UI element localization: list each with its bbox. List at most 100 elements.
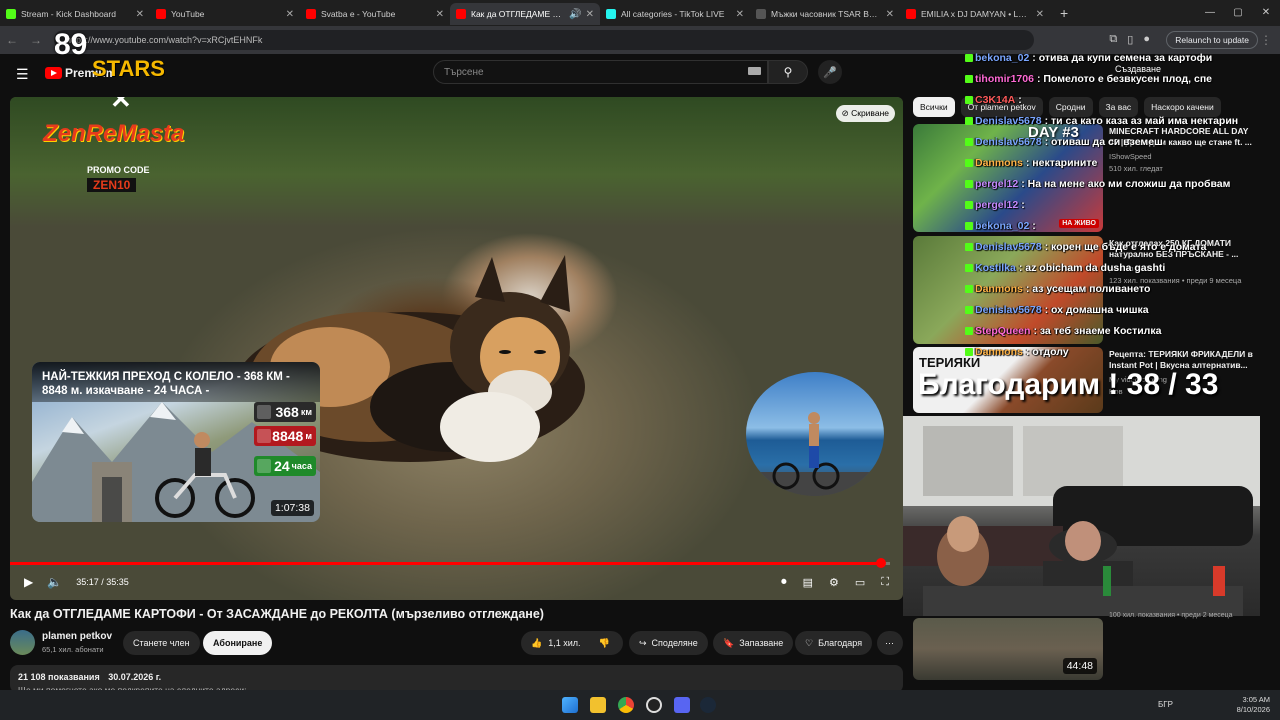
chat-text: : корен ще бъде е ято е домата bbox=[1044, 240, 1207, 253]
chat-text: : bbox=[1032, 219, 1036, 232]
progress-bar[interactable] bbox=[10, 558, 890, 568]
new-tab-icon[interactable]: + bbox=[1050, 5, 1078, 21]
chip-all[interactable]: Всички bbox=[913, 97, 955, 117]
browser-tab[interactable]: YouTube ✕ bbox=[150, 3, 300, 25]
window-close-icon[interactable]: ✕ bbox=[1252, 0, 1280, 24]
microphone-button[interactable]: 🎤 bbox=[818, 60, 842, 84]
stat-m-unit: м bbox=[305, 431, 312, 441]
shop-icon bbox=[756, 9, 766, 19]
like-count: 1,1 хил. bbox=[548, 638, 581, 648]
autoplay-toggle-icon[interactable]: ⏺ bbox=[781, 576, 787, 589]
chat-message: Danmons: отдолу bbox=[965, 344, 1069, 359]
profile-icon[interactable]: ● bbox=[1143, 33, 1150, 46]
close-icon[interactable]: ✕ bbox=[586, 9, 594, 20]
chat-text: : ох домашна чишка bbox=[1044, 303, 1149, 316]
miniplayer-icon[interactable]: ▭ bbox=[855, 576, 865, 589]
minimize-icon[interactable]: — bbox=[1196, 0, 1224, 24]
youtube-icon bbox=[906, 9, 916, 19]
chat-text: : отдолу bbox=[1025, 345, 1069, 358]
keyboard-icon[interactable] bbox=[748, 67, 761, 75]
eye-off-icon: ⊘ bbox=[841, 108, 849, 118]
chat-message: C3K14A: bbox=[965, 92, 1022, 107]
subscribe-button[interactable]: Абониране bbox=[203, 631, 273, 655]
player-controls: ▶ 🔈 35:17 / 35:35 ⏺ ▤ ⚙ ▭ ⛶ bbox=[10, 572, 903, 592]
close-icon[interactable]: ✕ bbox=[136, 9, 144, 20]
close-icon[interactable]: ✕ bbox=[436, 9, 444, 20]
keyboard-language[interactable]: БГР bbox=[1158, 700, 1173, 709]
browser-tab[interactable]: All categories - TikTok LIVE ✕ bbox=[600, 3, 750, 25]
browser-tab[interactable]: Svatba e - YouTube ✕ bbox=[300, 3, 450, 25]
more-menu-icon[interactable]: ⋮ bbox=[1254, 33, 1278, 47]
close-icon[interactable]: ✕ bbox=[736, 9, 744, 20]
channel-name[interactable]: plamen petkov bbox=[42, 631, 112, 642]
extensions-icon[interactable]: ⧉ bbox=[1109, 33, 1117, 46]
kick-badge-icon bbox=[965, 347, 973, 356]
search-input[interactable]: Търсене bbox=[433, 60, 768, 84]
chat-text: : нектарините bbox=[1025, 156, 1098, 169]
windows-taskbar: БГР 3:05 AM 8/10/2026 bbox=[0, 690, 1280, 720]
chat-text: : bbox=[1021, 198, 1025, 211]
chat-user: Denislav5678 bbox=[975, 135, 1042, 148]
system-clock[interactable]: 3:05 AM 8/10/2026 bbox=[1237, 695, 1270, 715]
youtube-icon bbox=[156, 9, 166, 19]
volume-icon[interactable]: 🔈 bbox=[47, 575, 62, 589]
close-icon[interactable]: ✕ bbox=[886, 9, 894, 20]
stat-km-value: 368 bbox=[275, 404, 299, 420]
close-icon[interactable]: ✕ bbox=[1036, 9, 1044, 20]
browser-tab-active[interactable]: Как да ОТГЛЕДАМЕ КАРТО 🔊 ✕ bbox=[450, 3, 600, 25]
discord-icon[interactable] bbox=[674, 697, 690, 713]
dollar-heart-icon: ♡ bbox=[805, 637, 814, 648]
extension-icons: ⧉ ▯ ● bbox=[1109, 33, 1150, 46]
endcard-video[interactable]: НАЙ-ТЕЖКИЯ ПРЕХОД С КОЛЕЛО - 368 КМ - 88… bbox=[32, 362, 320, 522]
tab-label: Мъжки часовник TSAR BOMB bbox=[771, 9, 882, 19]
channel-avatar[interactable] bbox=[10, 630, 35, 655]
settings-icon[interactable]: ⚙ bbox=[829, 576, 839, 589]
chat-user: Kostilka bbox=[975, 261, 1016, 274]
chat-message: tihomir1706: Помелото е безвкусен плод, … bbox=[965, 71, 1212, 86]
kick-badge-icon bbox=[965, 179, 973, 188]
steam-icon[interactable] bbox=[700, 697, 716, 713]
clock-date: 8/10/2026 bbox=[1236, 705, 1270, 714]
youtube-icon bbox=[306, 9, 316, 19]
maximize-icon[interactable]: ▢ bbox=[1224, 0, 1252, 24]
obs-icon[interactable] bbox=[646, 697, 662, 713]
play-icon[interactable]: ▶ bbox=[24, 575, 33, 589]
join-button[interactable]: Станете член bbox=[123, 631, 200, 655]
windows-start-icon[interactable] bbox=[562, 697, 578, 713]
browser-tab[interactable]: Мъжки часовник TSAR BOMB ✕ bbox=[750, 3, 900, 25]
browser-tab[interactable]: EMILIA x DJ DAMYAN • LUD SK ✕ bbox=[900, 3, 1050, 25]
endcard-duration: 1:07:38 bbox=[270, 500, 314, 516]
chat-message: bekona_02: отива да купи семена за карто… bbox=[965, 50, 1212, 65]
chrome-icon[interactable] bbox=[618, 697, 634, 713]
description-box[interactable]: 21 108 показвания 30.07.2026 г. Ще ми по… bbox=[10, 665, 903, 693]
channel-endcard-avatar[interactable] bbox=[746, 372, 884, 496]
video-player[interactable]: ⊘ Скриване ✕ ZenReMasta PROMO CODE ZEN10… bbox=[10, 97, 903, 600]
close-icon[interactable]: ✕ bbox=[286, 9, 294, 20]
chat-text: : az obicham da dusha gashti bbox=[1018, 261, 1166, 274]
search-button[interactable]: ⚲ bbox=[768, 60, 808, 84]
chat-message: Denislav5678: отиваш да си вземеш bbox=[965, 134, 1163, 149]
tab-label: YouTube bbox=[171, 9, 205, 19]
subtitles-icon[interactable]: ▤ bbox=[803, 576, 813, 589]
share-button[interactable]: ↪ Споделяне bbox=[629, 631, 708, 655]
file-explorer-icon[interactable] bbox=[590, 697, 606, 713]
kick-badge-icon bbox=[965, 284, 973, 293]
kick-badge-icon bbox=[965, 242, 973, 251]
sidebar-icon[interactable]: ▯ bbox=[1127, 33, 1133, 46]
hide-overlay-button[interactable]: ⊘ Скриване bbox=[835, 105, 895, 122]
browser-tab[interactable]: Stream - Kick Dashboard ✕ bbox=[0, 3, 150, 25]
fullscreen-icon[interactable]: ⛶ bbox=[881, 576, 889, 589]
kick-badge-icon bbox=[965, 305, 973, 314]
more-icon: ⋯ bbox=[885, 637, 894, 648]
thanks-button[interactable]: ♡ Благодаря bbox=[795, 631, 873, 655]
save-button[interactable]: 🔖 Запазване bbox=[713, 631, 794, 655]
recommendation-thumbnail[interactable]: 44:48 bbox=[913, 618, 1103, 680]
chat-text: : На на мене ако ми сложиш да пробвам bbox=[1021, 177, 1231, 190]
kick-icon bbox=[6, 9, 16, 19]
chat-user: pergel12 bbox=[975, 177, 1019, 190]
like-button[interactable]: 👍 1,1 хил. 👎 bbox=[521, 631, 623, 655]
relaunch-button[interactable]: Relaunch to update bbox=[1166, 31, 1258, 49]
speaker-icon[interactable]: 🔊 bbox=[569, 9, 581, 20]
more-actions-button[interactable]: ⋯ bbox=[877, 631, 903, 655]
thumbs-down-icon[interactable]: 👎 bbox=[599, 638, 610, 649]
